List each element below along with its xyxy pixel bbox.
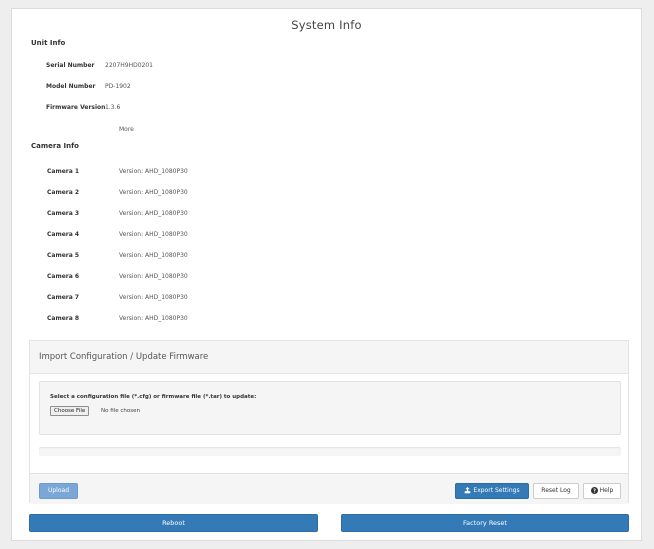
info-value: 2207H9HD0201	[105, 62, 153, 69]
export-settings-label: Export Settings	[473, 487, 520, 494]
export-settings-button[interactable]: Export Settings	[455, 483, 529, 499]
import-panel-header: Import Configuration / Update Firmware	[30, 341, 628, 374]
help-button[interactable]: ? Help	[583, 483, 621, 499]
more-link[interactable]: More	[119, 126, 134, 133]
info-value: PD-1902	[105, 83, 131, 90]
camera-info-heading: Camera Info	[31, 142, 79, 150]
camera-label: Camera 5	[47, 252, 80, 259]
camera-version: Version: AHD_1080P30	[119, 231, 188, 238]
question-circle-icon: ?	[590, 487, 598, 494]
camera-version: Version: AHD_1080P30	[119, 252, 188, 259]
camera-version: Version: AHD_1080P30	[119, 294, 188, 301]
reboot-button[interactable]: Reboot	[29, 514, 318, 532]
file-select-well: Select a configuration file (*.cfg) or f…	[39, 381, 621, 435]
help-label: Help	[599, 487, 614, 494]
file-status: No file chosen	[101, 408, 140, 414]
info-value: 1.3.6	[105, 104, 121, 111]
import-panel-footer: Upload Export Settings Reset Log ? Help	[30, 473, 628, 504]
camera-label: Camera 2	[47, 189, 80, 196]
upload-progress-bar	[39, 447, 621, 456]
choose-file-button[interactable]: Choose File	[50, 406, 90, 416]
camera-version: Version: AHD_1080P30	[119, 189, 188, 196]
camera-version: Version: AHD_1080P30	[119, 210, 188, 217]
camera-version: Version: AHD_1080P30	[119, 315, 188, 322]
factory-reset-button[interactable]: Factory Reset	[341, 514, 629, 532]
camera-label: Camera 6	[47, 273, 80, 280]
camera-label: Camera 8	[47, 315, 80, 322]
svg-text:?: ?	[593, 489, 596, 494]
file-select-prompt: Select a configuration file (*.cfg) or f…	[50, 394, 257, 400]
upload-button[interactable]: Upload	[39, 483, 78, 499]
reset-log-button[interactable]: Reset Log	[533, 483, 579, 499]
import-panel-body: Select a configuration file (*.cfg) or f…	[30, 374, 628, 473]
camera-label: Camera 3	[47, 210, 80, 217]
import-panel-title: Import Configuration / Update Firmware	[39, 352, 209, 362]
camera-label: Camera 4	[47, 231, 80, 238]
import-configuration-panel: Import Configuration / Update Firmware S…	[29, 340, 629, 504]
info-label: Firmware Version	[46, 104, 106, 111]
unit-info-heading: Unit Info	[31, 39, 66, 47]
camera-label: Camera 1	[47, 168, 80, 175]
export-icon	[465, 487, 471, 494]
system-info-panel: System Info Unit Info Serial Number 2207…	[11, 8, 642, 541]
camera-version: Version: AHD_1080P30	[119, 273, 188, 280]
camera-label: Camera 7	[47, 294, 80, 301]
camera-version: Version: AHD_1080P30	[119, 168, 188, 175]
page-title: System Info	[291, 18, 362, 32]
